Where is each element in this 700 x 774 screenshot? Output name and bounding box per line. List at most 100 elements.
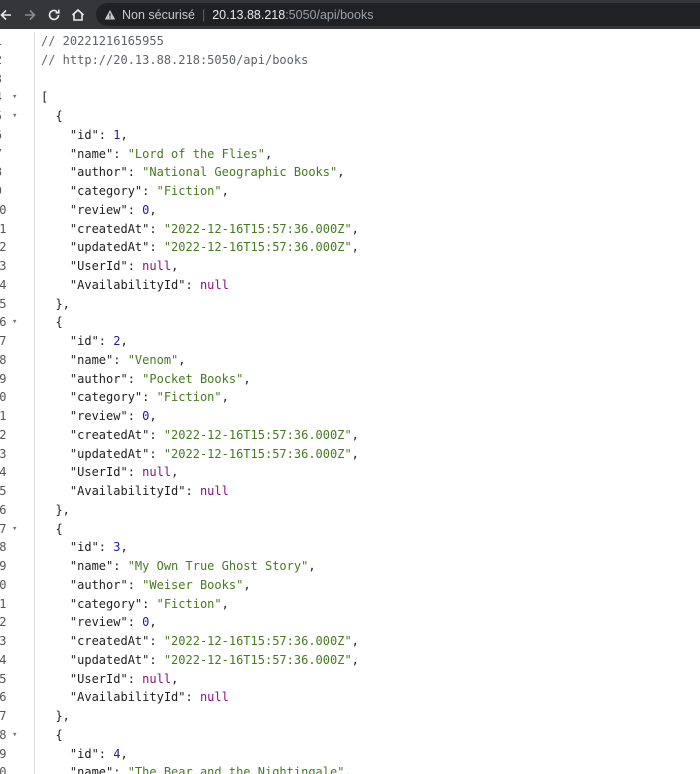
json-key: "author" xyxy=(41,577,128,592)
forward-button[interactable] xyxy=(18,0,42,29)
line-gutter: 9 xyxy=(0,182,35,201)
line-gutter: 4▾ xyxy=(0,88,35,108)
punctuation: , xyxy=(351,446,359,461)
line-number: 29 xyxy=(0,559,7,573)
line-gutter: 8 xyxy=(0,163,35,183)
code-text: // http://20.13.88.218:5050/api/books xyxy=(41,51,308,70)
punctuation: [ xyxy=(41,90,49,105)
code-line: 32 "review": 0, xyxy=(0,613,700,633)
fold-toggle-icon[interactable]: ▾ xyxy=(12,313,17,332)
json-key: "category" xyxy=(41,184,143,198)
code-line: 14 "AvailabilityId": null xyxy=(0,275,700,295)
code-text: }, xyxy=(41,501,70,520)
line-number: 9 xyxy=(0,182,2,201)
code-line: 15 }, xyxy=(0,294,700,314)
code-text: { xyxy=(41,107,63,126)
punctuation: }, xyxy=(41,502,70,517)
punctuation: , xyxy=(120,746,128,761)
code-text: "UserId": null, xyxy=(41,463,178,482)
line-gutter: 28 xyxy=(0,538,35,558)
punctuation: , xyxy=(344,765,352,774)
json-key: "UserId" xyxy=(41,259,128,273)
json-key: "author" xyxy=(41,165,128,180)
code-text: "updatedAt": "2022-12-16T15:57:36.000Z", xyxy=(41,445,359,464)
json-key: "createdAt" xyxy=(41,427,150,442)
json-key: "createdAt" xyxy=(41,221,150,236)
punctuation: , xyxy=(171,671,179,686)
line-number: 23 xyxy=(0,446,7,461)
code-text: "id": 3, xyxy=(41,538,128,557)
json-key: "name" xyxy=(41,352,114,367)
code-line: 30 "author": "Weiser Books", xyxy=(0,575,700,595)
line-number: 17 xyxy=(0,334,7,348)
code-text: }, xyxy=(41,295,70,314)
home-button[interactable] xyxy=(66,0,90,29)
line-number: 22 xyxy=(0,427,7,442)
code-line: 20 "category": "Fiction", xyxy=(0,388,700,408)
code-text: "id": 1, xyxy=(41,126,128,145)
back-button[interactable] xyxy=(0,0,18,29)
address-bar[interactable]: Non sécurisé | 20.13.88.218:5050/api/boo… xyxy=(96,3,700,26)
code-line: 7 "name": "Lord of the Flies", xyxy=(0,144,700,164)
line-number: 6 xyxy=(0,126,2,145)
json-key: "updatedAt" xyxy=(41,652,150,667)
punctuation: }, xyxy=(41,296,70,311)
code-text: "updatedAt": "2022-12-16T15:57:36.000Z", xyxy=(41,238,359,257)
line-number: 13 xyxy=(0,259,7,273)
punctuation: : xyxy=(98,746,114,761)
code-line: 18 "name": "Venom", xyxy=(0,350,700,370)
json-key: "id" xyxy=(41,540,99,555)
fold-toggle-icon[interactable]: ▾ xyxy=(12,88,17,107)
back-arrow-icon xyxy=(0,9,11,20)
code-text: "createdAt": "2022-12-16T15:57:36.000Z", xyxy=(41,426,359,445)
line-gutter: 33 xyxy=(0,632,35,651)
string-value: "2022-12-16T15:57:36.000Z" xyxy=(163,221,352,236)
code-text: "updatedAt": "2022-12-16T15:57:36.000Z", xyxy=(41,651,359,670)
line-gutter: 2 xyxy=(0,50,35,70)
punctuation: , xyxy=(171,259,179,273)
line-gutter: 27 ▾ xyxy=(0,519,35,539)
reload-icon xyxy=(48,9,60,20)
address-separator: | xyxy=(201,7,206,22)
punctuation: { xyxy=(41,109,63,123)
string-value: "Fiction" xyxy=(156,390,222,405)
code-text: "name": "Lord of the Flies", xyxy=(41,145,272,164)
line-number: 38 xyxy=(0,727,7,742)
code-line: 31 "category": "Fiction", xyxy=(0,594,700,614)
punctuation: { xyxy=(41,727,63,742)
punctuation: , xyxy=(351,652,359,667)
code-text: "author": "Pocket Books", xyxy=(41,370,251,389)
punctuation: , xyxy=(351,240,359,255)
json-key: "name" xyxy=(41,765,114,774)
line-number: 3 xyxy=(0,70,2,89)
line-number: 35 xyxy=(0,671,7,686)
reload-button[interactable] xyxy=(42,0,66,29)
fold-toggle-icon[interactable]: ▾ xyxy=(12,520,17,539)
json-key: "name" xyxy=(41,146,114,161)
code-line: 5▾ { xyxy=(0,107,700,126)
line-number: 16 xyxy=(0,315,7,330)
fold-toggle-icon[interactable]: ▾ xyxy=(12,726,17,745)
line-gutter: 23 xyxy=(0,444,35,464)
line-number: 25 xyxy=(0,484,7,498)
line-gutter: 30 xyxy=(0,575,35,595)
line-gutter: 15 xyxy=(0,294,35,314)
code-line: 33 "createdAt": "2022-12-16T15:57:36.000… xyxy=(0,632,700,651)
json-key: "review" xyxy=(41,202,128,217)
warning-triangle-icon xyxy=(104,9,116,21)
json-key: "id" xyxy=(41,746,99,761)
punctuation: : xyxy=(142,184,157,198)
line-gutter: 26 xyxy=(0,500,35,520)
json-key: "UserId" xyxy=(41,465,128,480)
line-number: 32 xyxy=(0,615,7,630)
code-line: 22 "createdAt": "2022-12-16T15:57:36.000… xyxy=(0,425,700,445)
fold-toggle-icon[interactable]: ▾ xyxy=(12,107,17,126)
code-text: "author": "Weiser Books", xyxy=(41,576,251,595)
punctuation: : xyxy=(127,259,143,273)
punctuation: : xyxy=(98,540,114,555)
punctuation: : xyxy=(142,390,157,405)
line-gutter: 38 ▾ xyxy=(0,725,35,745)
null-value: null xyxy=(199,484,229,498)
string-value: "Venom" xyxy=(127,352,179,367)
code-text: "name": "The Bear and the Nightingale", xyxy=(41,763,352,774)
